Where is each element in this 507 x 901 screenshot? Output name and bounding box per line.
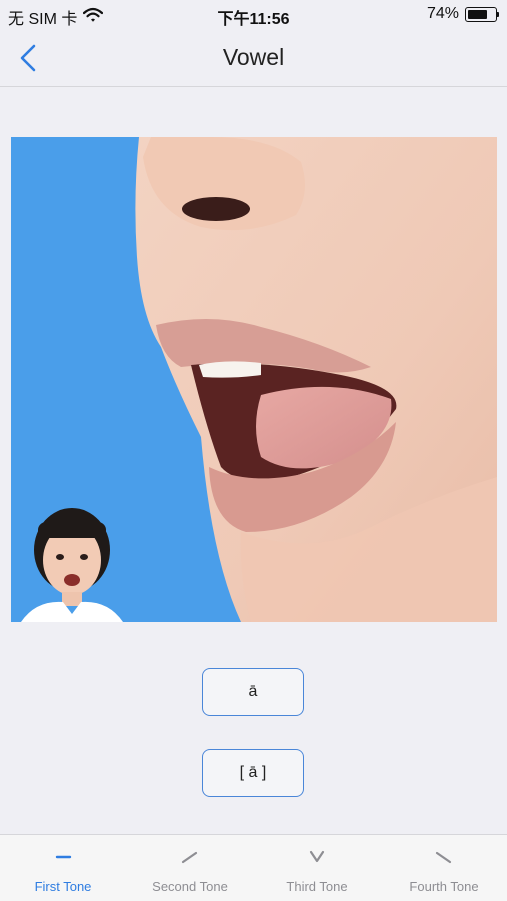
status-right: 74% (427, 5, 499, 23)
pinyin-label: ā (248, 683, 258, 700)
page-title: Vowel (222, 44, 285, 70)
falling-tone-mark-icon (435, 851, 452, 864)
tab-first-tone[interactable]: First Tone (0, 835, 126, 901)
tab-label: First Tone (34, 879, 92, 894)
navigation-bar: Vowel (0, 30, 507, 87)
tab-label: Third Tone (286, 879, 348, 894)
tab-fourth-tone[interactable]: Fourth Tone (381, 835, 507, 901)
ipa-button[interactable]: [ ā ] (202, 749, 304, 797)
dipping-tone-mark-icon (309, 850, 325, 863)
pinyin-button[interactable]: ā (202, 668, 304, 716)
battery-icon (465, 6, 497, 22)
battery-percent: 74% (426, 5, 459, 22)
flat-tone-mark-icon (55, 855, 72, 859)
battery-fill (468, 9, 487, 19)
rising-tone-mark-icon (181, 851, 198, 864)
tab-second-tone[interactable]: Second Tone (127, 835, 253, 901)
battery-cap (497, 11, 499, 17)
tab-label: Second Tone (152, 879, 228, 894)
tab-label: Fourth Tone (409, 879, 479, 894)
teacher-video-thumbnail[interactable] (11, 500, 133, 622)
status-bar: 无 SIM 卡 下午11:56 74% (0, 0, 507, 30)
tab-bar: First Tone Second Tone Third Tone Fourth… (0, 834, 507, 901)
tab-third-tone[interactable]: Third Tone (254, 835, 380, 901)
ipa-label: [ ā ] (239, 764, 267, 781)
